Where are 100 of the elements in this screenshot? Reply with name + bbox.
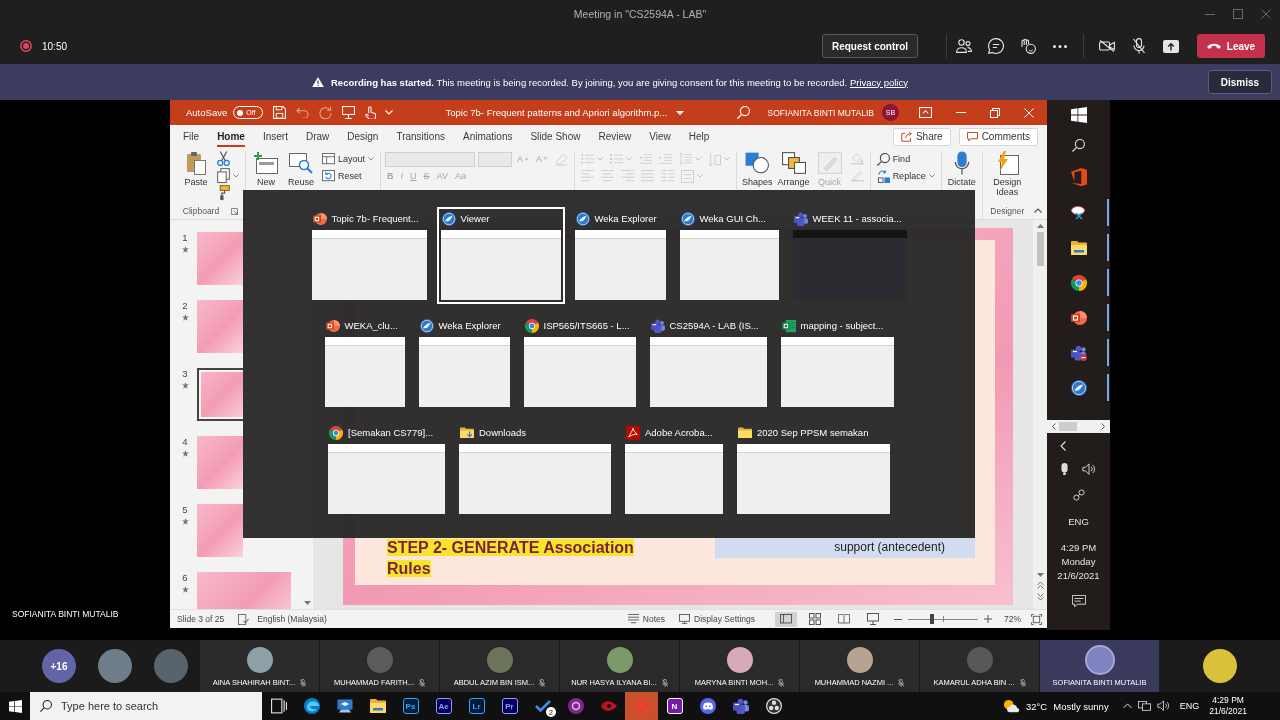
close-icon[interactable] — [1261, 9, 1271, 19]
zoom-percentage[interactable]: 72% — [1004, 614, 1021, 624]
language-status[interactable]: English (Malaysia) — [257, 614, 327, 624]
window-card[interactable]: WEKA_clu... — [320, 314, 409, 411]
dictate-button[interactable]: Dictate — [945, 151, 978, 187]
clock-time[interactable]: 4:29 PM — [1212, 695, 1244, 706]
share-screen-icon[interactable] — [1163, 39, 1179, 53]
scroll-left-icon[interactable] — [1052, 423, 1056, 430]
customize-caret-icon[interactable] — [385, 110, 394, 115]
microphone-icon[interactable] — [1061, 463, 1068, 476]
ribbon-tab[interactable]: Draw — [296, 125, 339, 148]
reactions-icon[interactable] — [1020, 38, 1036, 54]
window-card[interactable]: CS2594A - LAB (IS... — [645, 314, 771, 411]
paste-button[interactable]: Paste — [180, 151, 212, 187]
scroll-down-icon[interactable] — [1036, 573, 1044, 577]
taskbar-app-button[interactable]: N — [658, 692, 691, 720]
window-card[interactable]: Adobe Acroba... — [621, 421, 727, 518]
scrollbar-thumb[interactable] — [1036, 232, 1044, 266]
next-slide-icon[interactable] — [1036, 593, 1044, 601]
ribbon-tab[interactable]: Review — [589, 125, 641, 148]
copy-button[interactable] — [215, 168, 241, 184]
clock-time[interactable]: 4:29 PM — [1060, 541, 1097, 556]
taskbar-app-button[interactable]: Pr — [493, 692, 526, 720]
present-icon[interactable] — [342, 106, 356, 119]
people-app-icon[interactable] — [1070, 344, 1087, 361]
clock-date[interactable]: 21/6/2021 — [1209, 706, 1247, 717]
comments-button[interactable]: Comments — [958, 127, 1038, 146]
taskbar-app-button[interactable]: Ae — [427, 692, 460, 720]
ribbon-tab[interactable]: Slide Show — [521, 125, 590, 148]
slide-thumbnail[interactable] — [197, 436, 243, 489]
browser-icon[interactable] — [1070, 274, 1087, 291]
network-icon[interactable] — [1137, 701, 1151, 711]
window-card[interactable]: Weka Explorer — [570, 207, 670, 304]
weather-condition[interactable]: Mostly sunny — [1053, 700, 1109, 712]
start-icon[interactable] — [8, 699, 22, 713]
leave-button[interactable]: Leave — [1197, 34, 1265, 58]
save-icon[interactable] — [273, 106, 287, 119]
link-icon[interactable] — [1072, 489, 1085, 502]
minimize-icon[interactable] — [1205, 13, 1215, 15]
zoom-in-icon[interactable] — [984, 615, 992, 623]
more-participants-count[interactable]: +16 — [42, 649, 76, 683]
find-button[interactable]: Find — [874, 151, 913, 167]
window-card[interactable]: Weka Explorer — [414, 314, 514, 411]
reuse-slides-button[interactable]: Reuse — [285, 151, 317, 187]
shapes-button[interactable]: Shapes — [741, 151, 774, 187]
window-card[interactable]: WEEK 11 - associa... — [788, 207, 911, 304]
ribbon-display-icon[interactable] — [919, 106, 932, 119]
participants-icon[interactable] — [956, 39, 972, 53]
search-field[interactable]: Type here to search — [30, 692, 262, 720]
ribbon-tab[interactable]: Home — [208, 125, 254, 148]
search-icon[interactable] — [1072, 138, 1085, 152]
collapse-ribbon-icon[interactable] — [1034, 208, 1042, 213]
bird-logo-icon[interactable] — [1070, 379, 1087, 396]
scroll-up-icon[interactable] — [1036, 224, 1044, 228]
fit-to-window-icon[interactable] — [1031, 613, 1042, 625]
dismiss-button[interactable]: Dismiss — [1208, 70, 1272, 94]
taskbar-app-button[interactable]: Ps — [394, 692, 427, 720]
restore-icon[interactable] — [990, 107, 1000, 118]
chevron-up-icon[interactable] — [1122, 703, 1132, 709]
ribbon-tab[interactable]: File — [174, 125, 209, 148]
scissors-icon[interactable] — [1070, 205, 1087, 220]
temperature[interactable]: 32°C — [1026, 700, 1048, 712]
slide-thumbnail[interactable] — [197, 368, 243, 421]
taskbar-app-button[interactable]: Lr — [460, 692, 493, 720]
maximize-icon[interactable] — [1233, 9, 1243, 19]
window-card[interactable]: Downloads — [455, 421, 615, 518]
share-button[interactable]: Share — [892, 127, 951, 146]
camera-off-icon[interactable] — [1099, 40, 1115, 52]
window-card[interactable]: 2020 Sep PPSM semakan — [733, 421, 894, 518]
clock-date[interactable]: 21/6/2021 — [1057, 569, 1100, 584]
slide-thumbnail[interactable] — [197, 504, 243, 557]
caret-icon[interactable] — [676, 110, 685, 115]
replace-button[interactable]: Replace — [874, 168, 937, 184]
scroll-right-icon[interactable] — [1101, 423, 1105, 430]
chevron-left-icon[interactable] — [1060, 441, 1066, 451]
ribbon-tab[interactable]: Help — [679, 125, 719, 148]
cut-button[interactable] — [215, 151, 232, 167]
presentation-app-icon[interactable] — [1070, 309, 1087, 326]
ribbon-tab[interactable]: Animations — [453, 125, 522, 148]
accessibility-icon[interactable] — [238, 613, 250, 625]
start-icon[interactable] — [1070, 107, 1087, 123]
display-settings-button[interactable]: Display Settings — [679, 613, 755, 625]
notes-button[interactable]: Notes — [627, 614, 666, 624]
clock-day[interactable]: Monday — [1061, 555, 1096, 570]
zoom-slider-thumb[interactable] — [930, 614, 935, 624]
horizontal-scrollbar[interactable] — [1047, 420, 1110, 433]
slide-thumbnail[interactable] — [197, 232, 243, 285]
touch-mode-icon[interactable] — [365, 105, 377, 120]
normal-view-button[interactable] — [775, 611, 797, 627]
input-language[interactable]: ENG — [1068, 516, 1089, 528]
speaker-icon[interactable] — [1156, 700, 1170, 712]
file-explorer-icon[interactable] — [1070, 240, 1087, 255]
ribbon-tab[interactable]: Insert — [253, 125, 297, 148]
dialog-launcher-icon[interactable] — [231, 207, 239, 215]
reset-button[interactable]: Reset — [320, 168, 364, 184]
window-card[interactable]: Topic 7b- Frequent... — [307, 207, 431, 304]
window-card[interactable]: ISP565/ITS665 - L... — [519, 314, 640, 411]
ribbon-tab[interactable]: View — [640, 125, 680, 148]
sun-cloud-icon[interactable] — [1003, 699, 1020, 713]
design-ideas-button[interactable]: Design Ideas — [986, 151, 1028, 197]
